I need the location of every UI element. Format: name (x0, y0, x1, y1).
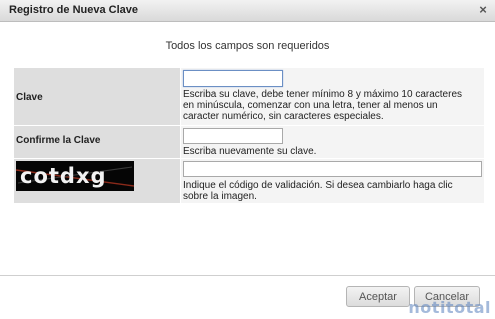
captcha-help-line: sobre la imagen. (183, 191, 257, 202)
captcha-input[interactable] (183, 161, 482, 177)
password-help-line: Escriba su clave, debe tener mínimo 8 y … (183, 89, 463, 100)
close-icon[interactable]: × (476, 3, 490, 17)
captcha-image[interactable]: cotdxg (16, 161, 134, 191)
dialog-titlebar: Registro de Nueva Clave × (0, 0, 495, 22)
dialog-title: Registro de Nueva Clave (9, 4, 138, 16)
confirm-label: Confirme la Clave (16, 135, 101, 146)
captcha-image-cell: cotdxg (14, 159, 180, 203)
password-field-cell: Escriba su clave, debe tener mínimo 8 y … (181, 68, 484, 125)
confirm-row: Confirme la Clave Escriba nuevamente su … (14, 126, 484, 158)
captcha-field-cell: Indique el código de validación. Si dese… (181, 159, 484, 203)
captcha-row: cotdxg Indique el código de validación. … (14, 159, 484, 203)
password-help: Escriba su clave, debe tener mínimo 8 y … (183, 89, 462, 122)
footer-divider (0, 275, 495, 276)
password-input[interactable] (183, 70, 283, 87)
confirm-password-input[interactable] (183, 128, 283, 144)
password-label-cell: Clave (14, 68, 180, 125)
captcha-help: Indique el código de validación. Si dese… (183, 180, 453, 202)
password-row: Clave Escriba su clave, debe tener mínim… (14, 68, 484, 125)
watermark-logo: notitotal (408, 298, 491, 317)
required-fields-notice: Todos los campos son requeridos (165, 40, 330, 52)
captcha-text: cotdxg (20, 164, 107, 188)
captcha-help-line: Indique el código de validación. Si dese… (183, 180, 453, 191)
password-help-line: en minúscula, comenzar con una letra, te… (183, 100, 438, 111)
captcha-graphic: cotdxg (16, 161, 134, 191)
confirm-help: Escriba nuevamente su clave. (183, 146, 317, 157)
confirm-field-cell: Escriba nuevamente su clave. (181, 126, 484, 158)
password-label: Clave (16, 92, 43, 103)
password-help-line: caracter numérico, sin caracteres especi… (183, 111, 384, 122)
confirm-label-cell: Confirme la Clave (14, 126, 180, 158)
accept-button[interactable]: Aceptar (346, 286, 410, 307)
